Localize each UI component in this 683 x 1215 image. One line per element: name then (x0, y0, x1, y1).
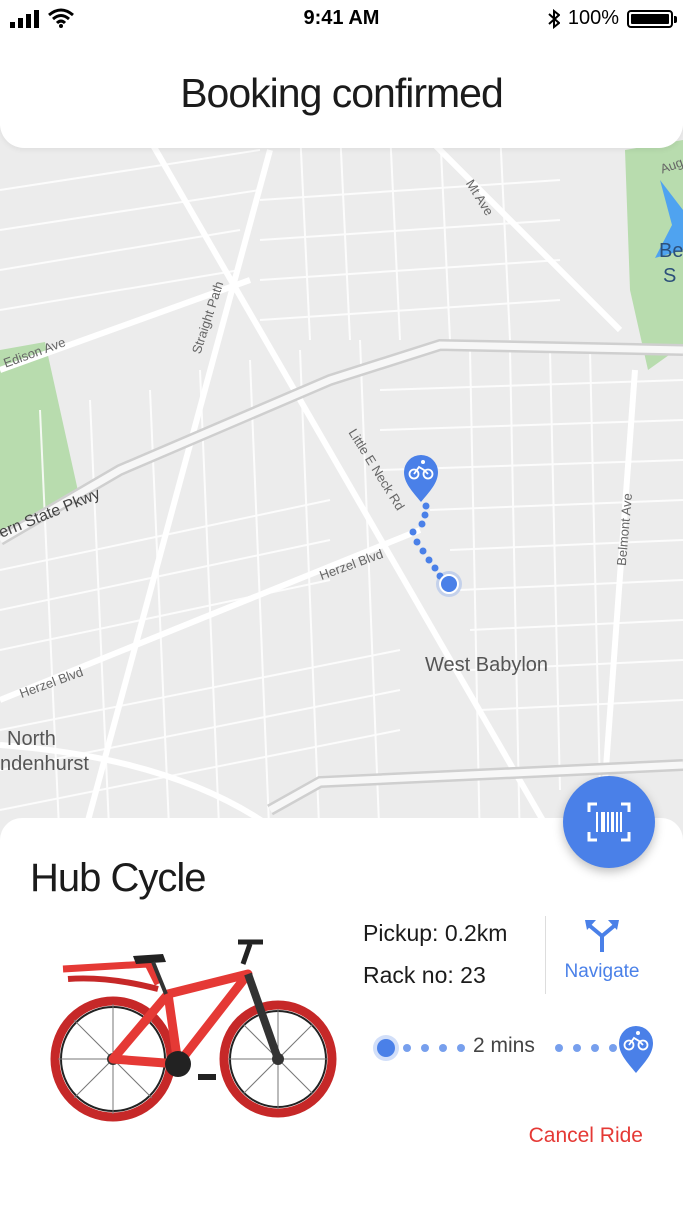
route-path (409, 502, 444, 580)
map-label-be: Be (659, 240, 683, 262)
bluetooth-icon (548, 8, 560, 29)
eta-indicator: 2 mins (373, 1018, 663, 1078)
battery-percent: 100% (567, 7, 619, 29)
divider (545, 916, 546, 994)
map-canvas (0, 129, 683, 850)
map-label-north: North (7, 728, 56, 750)
bike-pin-icon[interactable] (404, 455, 438, 502)
navigate-button[interactable]: Navigate (556, 918, 648, 983)
navigate-label: Navigate (564, 961, 640, 982)
street-grid (0, 129, 683, 850)
fork-arrows-icon (585, 920, 619, 952)
bicycle-image (50, 939, 337, 1122)
page-title: Booking confirmed (180, 70, 504, 116)
highway (0, 338, 683, 816)
barcode-scan-icon (587, 802, 631, 842)
map-view[interactable]: Mt Ave Edison Ave Straight Path Little E… (0, 110, 683, 850)
rack-number: Rack no: 23 (363, 962, 486, 988)
eta-text: 2 mins (473, 1034, 535, 1057)
scan-barcode-button[interactable] (563, 776, 655, 868)
status-right: 100% (548, 7, 677, 30)
current-location-dot (439, 574, 459, 594)
cancel-ride-button[interactable]: Cancel Ride (529, 1124, 643, 1148)
battery-icon (627, 9, 677, 28)
bike-name: Hub Cycle (30, 856, 207, 900)
status-bar: 9:41 AM 100% (0, 0, 683, 40)
ride-details-sheet: Hub Cycle Pickup: 0.2km Rack no: 23 Navi… (0, 818, 683, 1215)
map-label-west-babylon: West Babylon (425, 654, 549, 676)
map-label-s: S (663, 265, 677, 287)
destination-bike-pin-icon (619, 1026, 653, 1073)
header-card: Booking confirmed (0, 40, 683, 148)
pickup-distance: Pickup: 0.2km (363, 920, 508, 946)
map-label-lindenhurst: ndenhurst (0, 753, 89, 775)
